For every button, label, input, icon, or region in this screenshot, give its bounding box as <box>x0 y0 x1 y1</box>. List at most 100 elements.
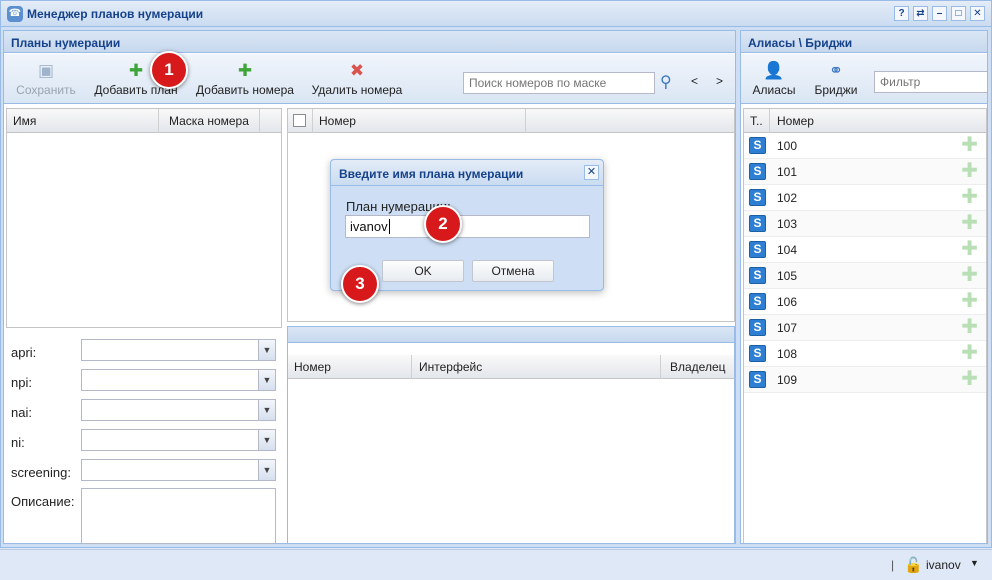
chevron-down-icon[interactable]: ▼ <box>258 430 275 450</box>
select-all-checkbox[interactable] <box>293 114 306 127</box>
alias-row[interactable]: S 101 ✚ <box>744 159 986 185</box>
bridges-button[interactable]: ⚭ Бриджи <box>809 61 863 98</box>
ok-button[interactable]: OK <box>382 260 464 282</box>
add-alias-icon[interactable]: ✚ <box>961 135 978 155</box>
add-alias-icon[interactable]: ✚ <box>961 343 978 363</box>
dialog-title: Введите имя плана нумерации <box>339 167 524 181</box>
current-user[interactable]: ivanov <box>926 558 961 572</box>
numbers-grid-header: Номер <box>288 109 734 133</box>
column-interface[interactable]: Интерфейс <box>419 360 482 374</box>
alias-number: 107 <box>777 321 798 335</box>
status-bar: | 🔓 ivanov ▼ <box>0 549 992 580</box>
alias-number: 106 <box>777 295 798 309</box>
chevron-down-icon[interactable]: ▼ <box>258 400 275 420</box>
add-alias-icon[interactable]: ✚ <box>961 291 978 311</box>
user-menu-chevron-icon[interactable]: ▼ <box>970 558 979 568</box>
alias-row[interactable]: S 107 ✚ <box>744 315 986 341</box>
close-icon[interactable]: ✕ <box>970 6 985 21</box>
station-icon: S <box>749 241 766 258</box>
add-alias-icon[interactable]: ✚ <box>961 161 978 181</box>
aliases-panel-title: Алиасы \ Бриджи <box>741 31 987 53</box>
cancel-button[interactable]: Отмена <box>472 260 554 282</box>
add-alias-icon[interactable]: ✚ <box>961 317 978 337</box>
dialog-titlebar: Введите имя плана нумерации ✕ <box>331 160 603 186</box>
plan-name-input[interactable]: ivanov <box>345 215 590 238</box>
column-mask[interactable]: Маска номера <box>169 114 249 128</box>
station-icon: S <box>749 137 766 154</box>
add-alias-icon[interactable]: ✚ <box>961 213 978 233</box>
search-icon[interactable]: ⚲ <box>660 72 672 92</box>
dialog-close-icon[interactable]: ✕ <box>584 165 599 180</box>
chevron-down-icon[interactable]: ▼ <box>258 340 275 360</box>
aliases-grid-header: Т.. Номер <box>744 109 986 133</box>
nai-label: nai: <box>11 405 32 420</box>
floppy-icon: ▣ <box>37 61 55 80</box>
alias-number: 100 <box>777 139 798 153</box>
next-page-button[interactable]: > <box>716 74 723 88</box>
alias-row[interactable]: S 109 ✚ <box>744 367 986 393</box>
nai-combo[interactable]: ▼ <box>81 399 276 421</box>
apri-combo[interactable]: ▼ <box>81 339 276 361</box>
aliases-button-label: Алиасы <box>752 83 796 97</box>
screening-label: screening: <box>11 465 71 480</box>
npi-combo[interactable]: ▼ <box>81 369 276 391</box>
prev-page-button[interactable]: < <box>691 74 698 88</box>
delete-numbers-label: Удалить номера <box>311 83 403 97</box>
filter-input[interactable] <box>874 71 987 93</box>
save-button[interactable]: ▣ Сохранить <box>12 61 80 98</box>
alias-row[interactable]: S 100 ✚ <box>744 133 986 159</box>
station-icon: S <box>749 215 766 232</box>
apri-label: apri: <box>11 345 37 360</box>
column-number[interactable]: Номер <box>294 360 331 374</box>
user-icon: 👤 <box>763 61 785 80</box>
station-icon: S <box>749 345 766 362</box>
plan-list-header: Имя Маска номера <box>7 109 281 133</box>
ni-combo[interactable]: ▼ <box>81 429 276 451</box>
alias-row[interactable]: S 106 ✚ <box>744 289 986 315</box>
alias-number: 109 <box>777 373 798 387</box>
interfaces-grid-titlebar <box>288 327 734 343</box>
station-icon: S <box>749 163 766 180</box>
plus-icon: ✚ <box>237 61 253 80</box>
column-number[interactable]: Номер <box>777 114 814 128</box>
help-icon[interactable]: ? <box>894 6 909 21</box>
column-type[interactable]: Т.. <box>750 114 763 128</box>
aliases-rows: S 100 ✚ S 101 ✚ S 102 ✚ S 103 ✚ S 104 ✚ S 105 ✚ S 106 ✚ S 107 ✚… <box>744 133 986 393</box>
alias-number: 108 <box>777 347 798 361</box>
add-alias-icon[interactable]: ✚ <box>961 265 978 285</box>
minimize-icon[interactable]: – <box>932 6 947 21</box>
alias-row[interactable]: S 103 ✚ <box>744 211 986 237</box>
alias-row[interactable]: S 105 ✚ <box>744 263 986 289</box>
add-alias-icon[interactable]: ✚ <box>961 187 978 207</box>
save-button-label: Сохранить <box>16 83 76 97</box>
chevron-down-icon[interactable]: ▼ <box>258 460 275 480</box>
station-icon: S <box>749 293 766 310</box>
bridges-button-label: Бриджи <box>814 83 858 97</box>
ni-label: ni: <box>11 435 25 450</box>
maximize-icon[interactable]: □ <box>951 6 966 21</box>
aliases-button[interactable]: 👤 Алиасы <box>747 61 801 98</box>
station-icon: S <box>749 319 766 336</box>
add-alias-icon[interactable]: ✚ <box>961 239 978 259</box>
screening-combo[interactable]: ▼ <box>81 459 276 481</box>
column-owner[interactable]: Владелец <box>670 360 726 374</box>
chevron-down-icon[interactable]: ▼ <box>258 370 275 390</box>
add-numbers-button[interactable]: ✚ Добавить номера <box>192 61 298 98</box>
delete-numbers-button[interactable]: ✖ Удалить номера <box>308 62 406 98</box>
interfaces-grid-header: Номер Интерфейс Владелец <box>288 355 734 379</box>
alias-row[interactable]: S 108 ✚ <box>744 341 986 367</box>
column-number[interactable]: Номер <box>319 114 356 128</box>
alias-number: 101 <box>777 165 798 179</box>
app-icon: ☎ <box>7 6 23 22</box>
window-titlebar: ☎ Менеджер планов нумерации ? ⇄ – □ ✕ <box>1 1 991 27</box>
alias-row[interactable]: S 102 ✚ <box>744 185 986 211</box>
bridge-icon: ⚭ <box>828 61 844 80</box>
description-textarea[interactable] <box>81 488 276 544</box>
add-alias-icon[interactable]: ✚ <box>961 369 978 389</box>
number-mask-search-input[interactable] <box>463 72 655 94</box>
column-name[interactable]: Имя <box>13 114 36 128</box>
alias-row[interactable]: S 104 ✚ <box>744 237 986 263</box>
refresh-icon[interactable]: ⇄ <box>913 6 928 21</box>
description-label: Описание: <box>11 494 75 509</box>
plans-toolbar: ▣ Сохранить ✚ Добавить план ✚ Добавить н… <box>4 54 735 104</box>
